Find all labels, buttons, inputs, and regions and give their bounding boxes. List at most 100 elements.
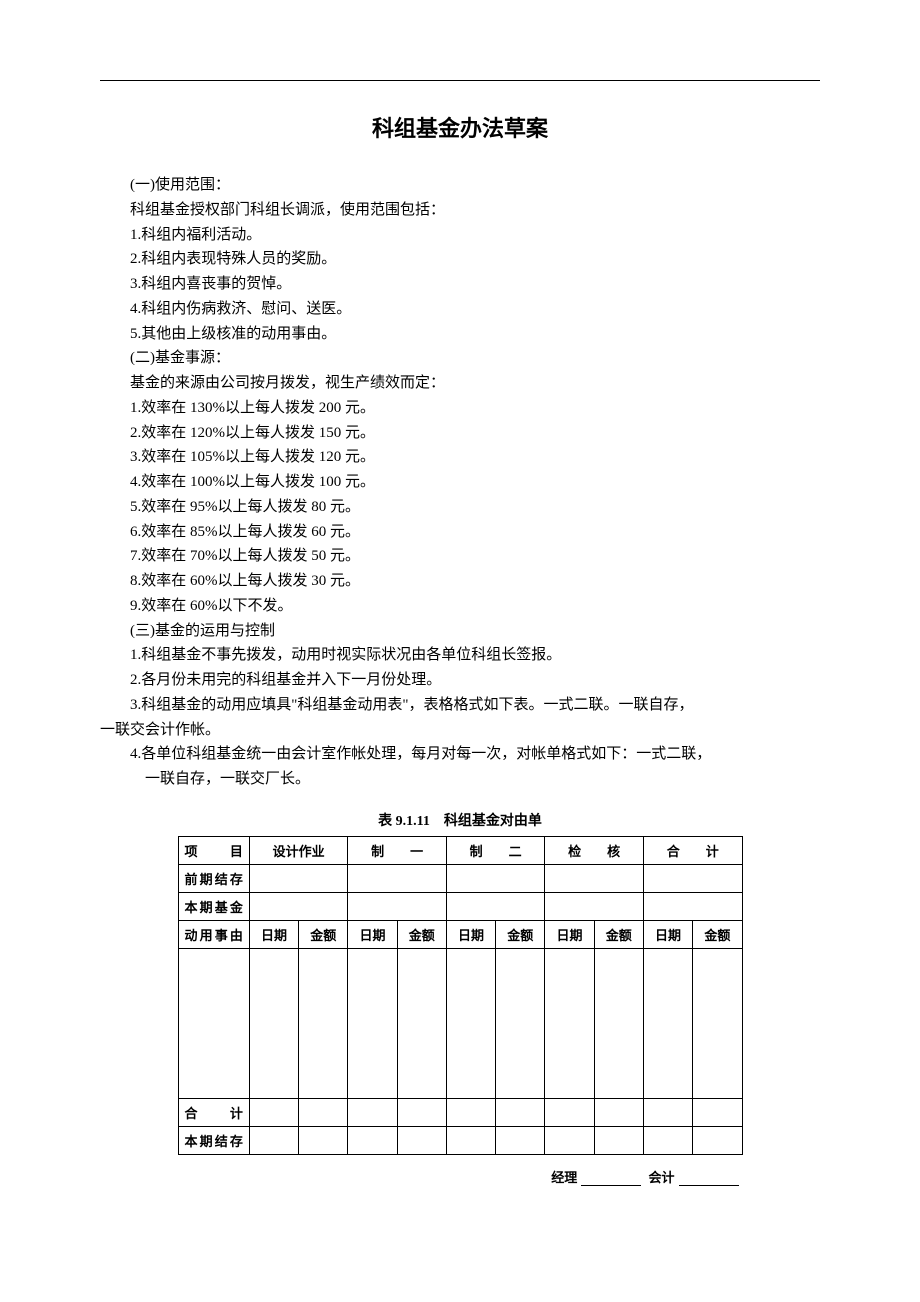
sub-amount: 金额 bbox=[299, 920, 348, 948]
cell bbox=[545, 892, 644, 920]
fund-table: 项 目 设计作业 制 一 制 二 检 核 合 计 前期结存 本期基金 动用事由 … bbox=[178, 836, 743, 1155]
cell bbox=[693, 948, 742, 1098]
cell bbox=[693, 1126, 742, 1154]
cell bbox=[249, 892, 348, 920]
cell-total-label: 合 计 bbox=[178, 1098, 249, 1126]
s2-item-3: 3.效率在 105%以上每人拨发 120 元。 bbox=[100, 445, 820, 470]
sub-amount: 金额 bbox=[397, 920, 446, 948]
hdr-item: 项 目 bbox=[178, 836, 249, 864]
cell bbox=[397, 948, 446, 1098]
signature-accountant-blank bbox=[679, 1185, 739, 1186]
s2-item-5: 5.效率在 95%以上每人拨发 80 元。 bbox=[100, 495, 820, 520]
s1-item-1: 1.科组内福利活动。 bbox=[100, 223, 820, 248]
cell-period-balance-label: 本期结存 bbox=[178, 1126, 249, 1154]
s1-item-4: 4.科组内伤病救济、慰问、送医。 bbox=[100, 297, 820, 322]
sub-amount: 金额 bbox=[594, 920, 643, 948]
row-usage-data bbox=[178, 948, 742, 1098]
cell bbox=[496, 1126, 545, 1154]
cell bbox=[446, 892, 545, 920]
sub-date: 日期 bbox=[643, 920, 692, 948]
s2-item-2: 2.效率在 120%以上每人拨发 150 元。 bbox=[100, 421, 820, 446]
section-1-header: (一)使用范围： bbox=[100, 173, 820, 198]
s3-item-3b: 一联交会计作帐。 bbox=[100, 718, 820, 743]
table-caption: 表 9.1.11 科组基金对由单 bbox=[100, 810, 820, 830]
cell bbox=[643, 1098, 692, 1126]
cell bbox=[643, 948, 692, 1098]
hdr-prod2: 制 二 bbox=[446, 836, 545, 864]
sub-date: 日期 bbox=[249, 920, 298, 948]
s3-item-1: 1.科组基金不事先拨发，动用时视实际状况由各单位科组长签报。 bbox=[100, 643, 820, 668]
s2-item-8: 8.效率在 60%以上每人拨发 30 元。 bbox=[100, 569, 820, 594]
cell bbox=[496, 948, 545, 1098]
signature-line: 经理 会计 bbox=[178, 1167, 743, 1186]
cell bbox=[643, 892, 742, 920]
cell bbox=[594, 1098, 643, 1126]
s3-item-4a: 4.各单位科组基金统一由会计室作帐处理，每月对每一次，对帐单格式如下：一式二联， bbox=[100, 742, 820, 767]
s1-item-3: 3.科组内喜丧事的贺悼。 bbox=[100, 272, 820, 297]
s2-item-1: 1.效率在 130%以上每人拨发 200 元。 bbox=[100, 396, 820, 421]
cell bbox=[693, 1098, 742, 1126]
sub-date: 日期 bbox=[545, 920, 594, 948]
cell bbox=[397, 1126, 446, 1154]
s2-item-7: 7.效率在 70%以上每人拨发 50 元。 bbox=[100, 544, 820, 569]
row-total: 合 计 bbox=[178, 1098, 742, 1126]
cell bbox=[249, 864, 348, 892]
sub-amount: 金额 bbox=[496, 920, 545, 948]
cell bbox=[348, 864, 447, 892]
cell bbox=[299, 948, 348, 1098]
cell bbox=[249, 1126, 298, 1154]
s2-item-9: 9.效率在 60%以下不发。 bbox=[100, 594, 820, 619]
divider-line bbox=[100, 80, 820, 81]
signature-manager-blank bbox=[581, 1185, 641, 1186]
section-1-intro: 科组基金授权部门科组长调派，使用范围包括： bbox=[100, 198, 820, 223]
cell bbox=[545, 948, 594, 1098]
s2-item-6: 6.效率在 85%以上每人拨发 60 元。 bbox=[100, 520, 820, 545]
cell bbox=[446, 864, 545, 892]
cell bbox=[178, 948, 249, 1098]
cell bbox=[299, 1126, 348, 1154]
cell bbox=[348, 1126, 397, 1154]
hdr-check: 检 核 bbox=[545, 836, 644, 864]
cell bbox=[496, 1098, 545, 1126]
hdr-prod1: 制 一 bbox=[348, 836, 447, 864]
s1-item-5: 5.其他由上级核准的动用事由。 bbox=[100, 322, 820, 347]
hdr-total: 合 计 bbox=[643, 836, 742, 864]
row-usage-header: 动用事由 日期 金额 日期 金额 日期 金额 日期 金额 日期 金额 bbox=[178, 920, 742, 948]
cell bbox=[397, 1098, 446, 1126]
sub-date: 日期 bbox=[348, 920, 397, 948]
cell bbox=[299, 1098, 348, 1126]
row-period-balance: 本期结存 bbox=[178, 1126, 742, 1154]
sub-date: 日期 bbox=[446, 920, 495, 948]
page-title: 科组基金办法草案 bbox=[100, 111, 820, 143]
cell bbox=[348, 1098, 397, 1126]
s1-item-2: 2.科组内表现特殊人员的奖励。 bbox=[100, 247, 820, 272]
section-3-header: (三)基金的运用与控制 bbox=[100, 619, 820, 644]
cell bbox=[643, 864, 742, 892]
cell bbox=[545, 864, 644, 892]
cell bbox=[594, 948, 643, 1098]
cell bbox=[446, 1126, 495, 1154]
signature-manager-label: 经理 bbox=[551, 1170, 577, 1185]
cell bbox=[446, 1098, 495, 1126]
cell bbox=[249, 1098, 298, 1126]
cell-prev-balance-label: 前期结存 bbox=[178, 864, 249, 892]
s3-item-4b: 一联自存，一联交厂长。 bbox=[100, 767, 820, 792]
section-2-header: (二)基金事源： bbox=[100, 346, 820, 371]
cell bbox=[594, 1126, 643, 1154]
s3-item-3a: 3.科组基金的动用应填具"科组基金动用表"，表格格式如下表。一式二联。一联自存， bbox=[100, 693, 820, 718]
cell-usage-label: 动用事由 bbox=[178, 920, 249, 948]
cell bbox=[348, 892, 447, 920]
cell-current-fund-label: 本期基金 bbox=[178, 892, 249, 920]
row-current-fund: 本期基金 bbox=[178, 892, 742, 920]
cell bbox=[545, 1126, 594, 1154]
cell bbox=[249, 948, 298, 1098]
s2-item-4: 4.效率在 100%以上每人拨发 100 元。 bbox=[100, 470, 820, 495]
section-2-intro: 基金的来源由公司按月拨发，视生产绩效而定： bbox=[100, 371, 820, 396]
hdr-design: 设计作业 bbox=[249, 836, 348, 864]
table-header-row: 项 目 设计作业 制 一 制 二 检 核 合 计 bbox=[178, 836, 742, 864]
document-body: (一)使用范围： 科组基金授权部门科组长调派，使用范围包括： 1.科组内福利活动… bbox=[100, 173, 820, 792]
row-prev-balance: 前期结存 bbox=[178, 864, 742, 892]
cell bbox=[643, 1126, 692, 1154]
signature-accountant-label: 会计 bbox=[648, 1170, 674, 1185]
s3-item-2: 2.各月份未用完的科组基金并入下一月份处理。 bbox=[100, 668, 820, 693]
